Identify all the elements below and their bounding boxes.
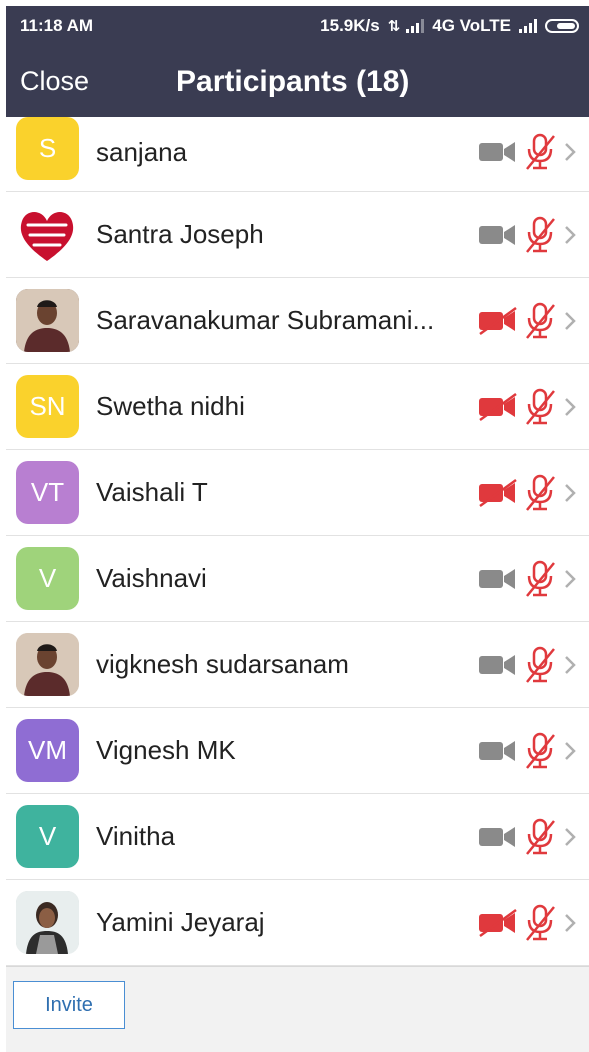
video-off-icon — [477, 392, 519, 422]
participant-name: Swetha nidhi — [96, 391, 245, 421]
invite-button[interactable]: Invite — [13, 981, 125, 1029]
status-time: 11:18 AM — [20, 16, 94, 35]
participant-status-icons — [477, 278, 579, 363]
video-off-icon — [477, 306, 519, 336]
footer-bar: Invite — [6, 966, 589, 1052]
avatar — [16, 203, 79, 266]
video-off-icon — [477, 908, 519, 938]
participant-status-icons — [477, 192, 579, 277]
video-off-icon — [477, 478, 519, 508]
mic-muted-icon — [523, 560, 557, 598]
avatar: VT — [16, 461, 79, 524]
participants-list: Ssanjana Santra Joseph Saravanakumar Subra… — [6, 117, 589, 966]
signal-strength-icon-2 — [519, 19, 537, 33]
mic-muted-icon — [523, 388, 557, 426]
avatar-initials: S — [38, 133, 57, 163]
participant-name: Vaishnavi — [96, 563, 207, 593]
participant-status-icons — [477, 880, 579, 965]
avatar-initials: V — [38, 821, 57, 851]
data-transfer-icon: ⇅ — [387, 18, 401, 35]
chevron-right-icon[interactable] — [561, 395, 579, 419]
participant-row[interactable]: Saravanakumar Subramani... — [6, 278, 589, 364]
mic-muted-icon — [523, 904, 557, 942]
participant-row[interactable]: Ssanjana — [6, 117, 589, 192]
chevron-right-icon[interactable] — [561, 309, 579, 333]
mic-muted-icon — [523, 302, 557, 340]
close-button[interactable]: Close — [20, 46, 89, 117]
participant-row[interactable]: Yamini Jeyaraj — [6, 880, 589, 966]
avatar-initials: V — [38, 563, 57, 593]
network-type: 4G VoLTE — [432, 16, 511, 35]
mic-muted-icon — [523, 732, 557, 770]
network-speed: 15.9K/s — [320, 16, 380, 35]
mic-muted-icon — [523, 818, 557, 856]
avatar: V — [16, 547, 79, 610]
page-title: Participants (18) — [176, 65, 410, 98]
participant-row[interactable]: SN Swetha nidhi — [6, 364, 589, 450]
chevron-right-icon[interactable] — [561, 739, 579, 763]
participant-status-icons — [477, 536, 579, 621]
chevron-right-icon[interactable] — [561, 825, 579, 849]
participant-row[interactable]: Santra Joseph — [6, 192, 589, 278]
avatar: S — [16, 117, 79, 180]
participant-row[interactable]: V Vaishnavi — [6, 536, 589, 622]
participant-row[interactable]: vigknesh sudarsanam — [6, 622, 589, 708]
participant-name: Vaishali T — [96, 477, 208, 507]
avatar: VM — [16, 719, 79, 782]
chevron-right-icon[interactable] — [561, 911, 579, 935]
participant-name: Vignesh MK — [96, 735, 236, 765]
video-camera-icon — [477, 736, 519, 766]
avatar — [16, 633, 79, 696]
chevron-right-icon[interactable] — [561, 481, 579, 505]
video-camera-icon — [477, 137, 519, 167]
participant-status-icons — [477, 622, 579, 707]
participant-row[interactable]: VT Vaishali T — [6, 450, 589, 536]
chevron-right-icon[interactable] — [561, 567, 579, 591]
participant-row[interactable]: V Vinitha — [6, 794, 589, 880]
mic-muted-icon — [523, 133, 557, 171]
participant-name: Santra Joseph — [96, 219, 264, 249]
participant-name: vigknesh sudarsanam — [96, 649, 349, 679]
avatar — [16, 891, 79, 954]
participant-status-icons — [477, 364, 579, 449]
participant-row[interactable]: VM Vignesh MK — [6, 708, 589, 794]
battery-icon — [545, 19, 579, 33]
mic-muted-icon — [523, 646, 557, 684]
avatar-initials: VT — [30, 477, 65, 507]
participant-status-icons — [477, 117, 579, 187]
participant-name: Yamini Jeyaraj — [96, 907, 265, 937]
avatar — [16, 289, 79, 352]
avatar: SN — [16, 375, 79, 438]
status-bar: 11:18 AM 15.9K/s ⇅ 4G VoLTE — [6, 6, 589, 46]
signal-strength-icon — [406, 19, 425, 33]
mic-muted-icon — [523, 474, 557, 512]
participant-status-icons — [477, 708, 579, 793]
video-camera-icon — [477, 220, 519, 250]
status-indicators: 15.9K/s ⇅ 4G VoLTE — [320, 16, 579, 36]
participant-name: Saravanakumar Subramani... — [96, 305, 435, 335]
chevron-right-icon[interactable] — [561, 140, 579, 164]
participant-name: Vinitha — [96, 821, 176, 851]
chevron-right-icon[interactable] — [561, 223, 579, 247]
participant-status-icons — [477, 794, 579, 879]
mic-muted-icon — [523, 216, 557, 254]
video-camera-icon — [477, 822, 519, 852]
avatar: V — [16, 805, 79, 868]
participant-name: sanjana — [96, 137, 188, 167]
video-camera-icon — [477, 564, 519, 594]
avatar-initials: SN — [29, 391, 66, 421]
video-camera-icon — [477, 650, 519, 680]
avatar-initials: VM — [28, 735, 67, 765]
participant-status-icons — [477, 450, 579, 535]
chevron-right-icon[interactable] — [561, 653, 579, 677]
app-header: Close Participants (18) — [6, 46, 589, 117]
